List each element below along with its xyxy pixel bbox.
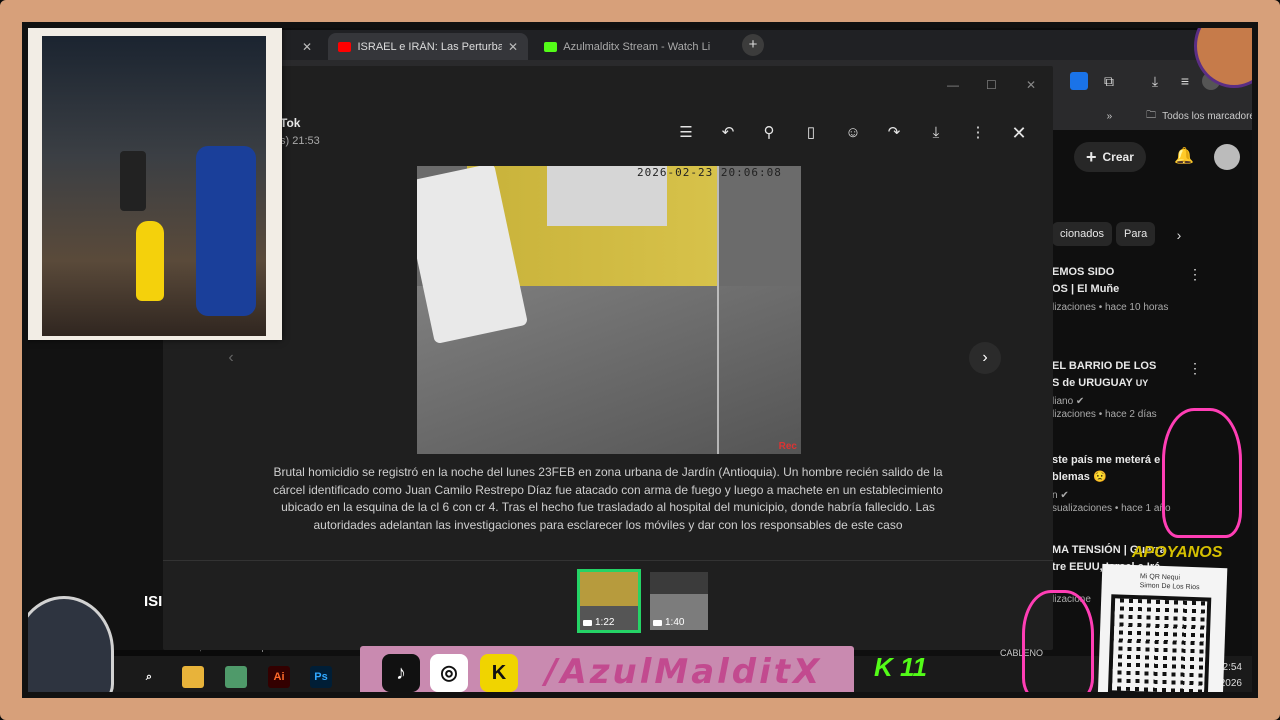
media-viewer-modal: — ☐ ✕ Tok s) 21:53 ☰ ↶ ⚲ ▯ ☺ ↷ ⤓ ⋮ ✕ ‹ ›… xyxy=(163,66,1053,650)
thumb-image xyxy=(650,572,708,594)
video-title: EMOS SIDO OS | El Muñe xyxy=(1052,266,1120,295)
thumb-duration: 1:22 xyxy=(583,617,614,628)
rubber-chicken xyxy=(136,221,164,301)
illustrator-icon[interactable]: Ai xyxy=(268,666,290,688)
kick-icon: K xyxy=(480,654,518,692)
rec-label: Rec xyxy=(778,441,797,452)
video-main-title: ISI xyxy=(144,593,163,610)
plus-icon: + xyxy=(1086,146,1097,167)
video-title-wrap: EL BARRIO DE LOS S de URUGUAY UY xyxy=(1052,358,1202,392)
video-channel: liano ✔ xyxy=(1052,396,1202,407)
maximize-icon[interactable]: ☐ xyxy=(986,78,997,92)
mascot-logo xyxy=(1194,4,1274,88)
tab-youtube[interactable]: ISRAEL e IRÁN: Las Perturbador ✕ xyxy=(328,33,528,60)
kick-badge: K 11 xyxy=(874,652,927,682)
folder-icon: 🗀 xyxy=(1146,110,1157,121)
duration-label: 1:22 xyxy=(595,617,615,628)
video-item[interactable]: EMOS SIDO OS | El Muñe lizaciones • hace… xyxy=(1052,264,1202,313)
chevron-left-icon[interactable]: ‹ xyxy=(215,342,247,374)
gaming-chair xyxy=(196,146,256,316)
tab-label: Azulmalditx Stream - Watch Li xyxy=(563,40,711,53)
chip-filter[interactable]: cionados xyxy=(1052,222,1113,246)
puzzle-icon[interactable]: ⧉ xyxy=(1100,72,1118,90)
thumbnail-selected[interactable]: 1:22 xyxy=(577,569,641,633)
bookmarks-bar: » 🗀 Todos los marcadores xyxy=(1107,108,1260,125)
verified-icon: ✔ xyxy=(1060,490,1069,501)
more-icon[interactable]: ⋮ xyxy=(966,121,990,145)
country-suffix: UY xyxy=(1135,378,1149,388)
photoshop-icon[interactable]: Ps xyxy=(310,666,332,688)
sender-name: Tok xyxy=(280,116,301,130)
forward-icon[interactable]: ↷ xyxy=(882,121,906,145)
tab-kick[interactable]: Azulmalditx Stream - Watch Li xyxy=(534,33,734,60)
new-tab-button[interactable]: + xyxy=(742,34,764,56)
divider xyxy=(163,560,1053,561)
qr-label-line: Simon De Los Rios xyxy=(1139,582,1200,592)
cctv-timestamp: 2026-02-23 20:06:08 xyxy=(637,166,782,179)
emoji-icon[interactable]: ☺ xyxy=(841,121,865,145)
video-meta: lizaciones • hace 10 horas xyxy=(1052,302,1169,313)
tab-label: ISRAEL e IRÁN: Las Perturbador xyxy=(357,40,502,53)
chevron-right-icon[interactable]: › xyxy=(969,342,1001,374)
extension-icon[interactable] xyxy=(1070,72,1088,90)
chip-filter[interactable]: Para xyxy=(1116,222,1156,246)
viewer-header: Tok s) 21:53 ☰ ↶ ⚲ ▯ ☺ ↷ ⤓ ⋮ ✕ xyxy=(163,106,1053,162)
create-button[interactable]: + Crear xyxy=(1074,142,1146,172)
scene-wire xyxy=(717,166,719,454)
video-icon xyxy=(583,619,592,626)
qr-label: Mi QR Nequi Simon De Los Rios xyxy=(1140,572,1201,592)
message-icon[interactable]: ☰ xyxy=(674,121,698,145)
chrome-icon[interactable] xyxy=(225,666,247,688)
download-icon[interactable]: ⤓ xyxy=(1146,72,1164,90)
media-control-icon[interactable]: ≡ xyxy=(1176,72,1194,90)
file-explorer-icon[interactable] xyxy=(182,666,204,688)
streamer-handle: /AzulMalditX xyxy=(545,652,823,692)
bookmarks-label[interactable]: Todos los marcadores xyxy=(1162,111,1260,122)
close-icon[interactable]: ✕ xyxy=(508,40,518,54)
close-icon[interactable]: ✕ xyxy=(1007,121,1031,145)
minimize-icon[interactable]: — xyxy=(947,78,959,92)
support-label: APOYANOS xyxy=(1132,544,1223,561)
thumbnail[interactable]: 1:40 xyxy=(650,572,708,630)
devil-illustration xyxy=(1022,590,1094,700)
media-caption: Brutal homicidio se registró en la noche… xyxy=(273,465,943,532)
thumb-image xyxy=(580,572,638,606)
kick-icon xyxy=(544,41,558,52)
pin-icon[interactable]: ⚲ xyxy=(757,121,781,145)
qr-code xyxy=(1107,594,1212,698)
chevron-right-icon[interactable]: » xyxy=(1107,111,1113,122)
window-close-icon[interactable]: ✕ xyxy=(1026,78,1036,92)
more-icon[interactable]: ⋮ xyxy=(1188,266,1202,283)
video-icon xyxy=(653,619,662,626)
search-icon[interactable]: ⌕ xyxy=(138,666,160,688)
reply-icon[interactable]: ↶ xyxy=(716,121,740,145)
close-icon[interactable]: ✕ xyxy=(302,40,312,54)
microphone xyxy=(120,151,146,211)
sender-time: s) 21:53 xyxy=(280,135,320,147)
devil-illustration xyxy=(1162,408,1242,538)
avatar[interactable] xyxy=(1214,144,1240,170)
bookmark-icon[interactable]: ▯ xyxy=(799,121,823,145)
chevron-right-icon[interactable]: › xyxy=(1170,226,1188,244)
webcam-feed xyxy=(42,36,266,336)
tab-bar: ✕ ISRAEL e IRÁN: Las Perturbador ✕ Azulm… xyxy=(270,30,1270,60)
duration-label: 1:40 xyxy=(665,617,685,628)
media-frame[interactable]: 2026-02-23 20:06:08 Rec xyxy=(417,166,801,454)
reaper-mascot xyxy=(14,596,114,706)
channel-name: liano xyxy=(1052,396,1074,407)
download-icon[interactable]: ⤓ xyxy=(924,121,948,145)
tiktok-icon: ♪ xyxy=(382,654,420,692)
thumb-duration: 1:40 xyxy=(653,617,684,628)
qr-card: Mi QR Nequi Simon De Los Rios xyxy=(1097,563,1228,705)
verified-icon: ✔ xyxy=(1075,396,1085,407)
instagram-icon: ◎ xyxy=(430,654,468,692)
bell-icon[interactable]: 🔔 xyxy=(1174,148,1194,166)
webcam-frame xyxy=(20,18,282,340)
more-icon[interactable]: ⋮ xyxy=(1188,360,1202,377)
social-banner: ♪ ◎ K /AzulMalditX xyxy=(360,646,854,698)
youtube-icon xyxy=(338,41,352,52)
video-item[interactable]: EL BARRIO DE LOS S de URUGUAY UY liano ✔… xyxy=(1052,358,1202,420)
create-label: Crear xyxy=(1102,150,1134,164)
